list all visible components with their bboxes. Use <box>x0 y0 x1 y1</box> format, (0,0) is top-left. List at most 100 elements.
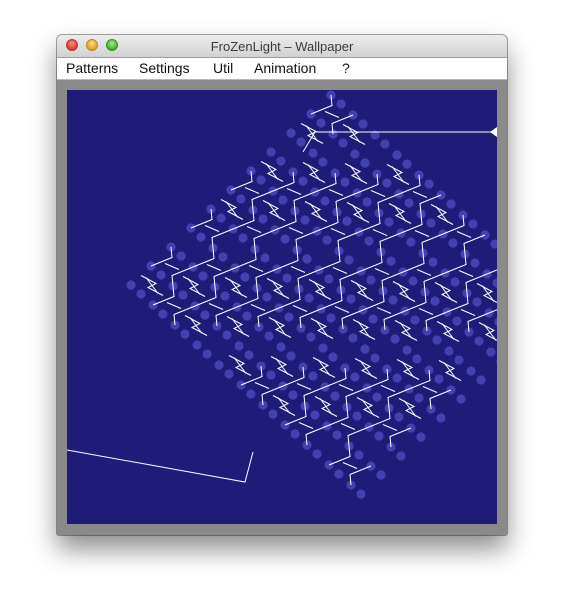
grid-dot <box>410 315 420 325</box>
grid-dot <box>452 316 462 326</box>
grid-dot <box>356 489 366 499</box>
grid-dot <box>424 179 434 189</box>
light-segment <box>187 278 201 295</box>
grid-dot <box>320 196 330 206</box>
pattern-canvas[interactable] <box>67 90 497 524</box>
grid-dot <box>258 214 268 224</box>
grid-dot <box>474 336 484 346</box>
grid-dot <box>336 99 346 109</box>
beam-arrow-icon <box>490 127 497 137</box>
grid-dot <box>352 411 362 421</box>
grid-dot <box>370 353 380 363</box>
grid-dot <box>334 469 344 479</box>
light-segment <box>397 283 411 300</box>
grid-dot <box>444 346 454 356</box>
grid-dot <box>330 391 340 401</box>
light-segment <box>233 357 247 374</box>
light-segment <box>277 397 291 414</box>
grid-dot <box>454 355 464 365</box>
light-segment <box>290 266 306 273</box>
light-segment <box>403 400 417 417</box>
grid-dot <box>386 256 396 266</box>
grid-dot <box>388 295 398 305</box>
menu-util[interactable]: Util <box>213 60 233 76</box>
grid-dot <box>402 159 412 169</box>
light-segment <box>332 267 348 274</box>
light-segment <box>248 265 264 272</box>
light-segment <box>374 268 390 275</box>
light-segment <box>164 263 180 270</box>
light-segment <box>229 279 243 296</box>
light-segment <box>357 321 371 338</box>
light-segment <box>439 284 453 301</box>
grid-dot <box>308 148 318 158</box>
light-segment <box>273 319 287 336</box>
light-segment <box>324 111 340 118</box>
light-segment <box>334 306 350 313</box>
grid-dot <box>476 375 486 385</box>
light-segment <box>189 317 203 334</box>
grid-dot <box>492 278 497 288</box>
grid-dot <box>494 317 497 327</box>
grid-dot <box>296 137 306 147</box>
menu-animation[interactable]: Animation <box>254 60 316 76</box>
menu-patterns[interactable]: Patterns <box>66 60 118 76</box>
grid-dot <box>470 258 480 268</box>
grid-dot <box>158 309 168 319</box>
grid-dot <box>288 390 298 400</box>
grid-dot <box>368 314 378 324</box>
grid-dot <box>360 158 370 168</box>
light-segment <box>267 202 281 219</box>
grid-dot <box>322 235 332 245</box>
light-segment <box>416 269 432 276</box>
light-segment <box>481 285 495 302</box>
grid-dot <box>324 274 334 284</box>
grid-dot <box>416 432 426 442</box>
grid-dot <box>242 311 252 321</box>
grid-dot <box>382 178 392 188</box>
light-segment <box>376 307 392 314</box>
light-segment <box>399 322 413 339</box>
light-segment <box>231 318 245 335</box>
grid-dot <box>348 333 358 343</box>
grid-dot <box>468 219 478 229</box>
light-segment <box>414 230 430 237</box>
light-segment <box>370 190 386 197</box>
grid-dot <box>360 344 370 354</box>
light-segment <box>145 277 159 294</box>
light-segment <box>412 191 428 198</box>
light-segment <box>67 449 254 483</box>
light-segment <box>317 359 331 376</box>
grid-dot <box>346 294 356 304</box>
grid-dot <box>428 257 438 267</box>
light-segment <box>401 361 415 378</box>
grid-dot <box>350 372 360 382</box>
grid-dot <box>466 366 476 376</box>
grid-dot <box>266 147 276 157</box>
grid-dot <box>404 198 414 208</box>
grid-dot <box>126 280 136 290</box>
light-segment <box>361 399 375 416</box>
grid-dot <box>282 273 292 283</box>
grid-dot <box>306 332 316 342</box>
light-segment <box>351 204 365 221</box>
light-segment <box>271 280 285 297</box>
grid-dot <box>338 138 348 148</box>
light-segment <box>305 125 319 142</box>
grid-dot <box>392 150 402 160</box>
title-bar[interactable]: FroZenLight – Wallpaper <box>57 35 507 58</box>
grid-dot <box>264 331 274 341</box>
grid-dot <box>394 412 404 422</box>
light-segment <box>315 320 329 337</box>
light-segment <box>298 422 314 429</box>
grid-dot <box>286 128 296 138</box>
grid-dot <box>176 251 186 261</box>
light-segment <box>246 226 262 233</box>
menu-help[interactable]: ? <box>342 60 350 76</box>
app-window: FroZenLight – Wallpaper Patterns Setting… <box>57 35 507 535</box>
pattern-drawing <box>67 90 497 499</box>
menu-settings[interactable]: Settings <box>139 60 190 76</box>
grid-dot <box>136 289 146 299</box>
grid-dot <box>202 349 212 359</box>
grid-dot <box>308 371 318 381</box>
